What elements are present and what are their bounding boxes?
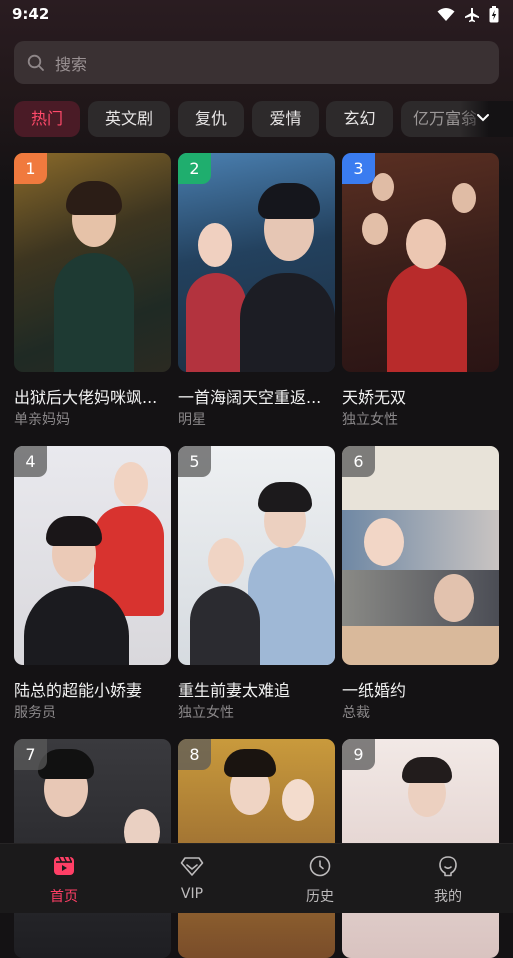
drama-poster[interactable]: 4 bbox=[14, 446, 171, 665]
drama-title: 一首海阔天空重返... bbox=[178, 388, 322, 407]
rank-badge: 5 bbox=[178, 446, 211, 477]
rank-badge: 8 bbox=[178, 739, 211, 770]
tab-home[interactable]: 首页 bbox=[0, 844, 128, 913]
tab-profile[interactable]: 我的 bbox=[384, 844, 512, 913]
category-fantasy[interactable]: 玄幻 bbox=[326, 101, 393, 137]
status-time: 9:42 bbox=[12, 5, 50, 23]
rank-badge: 9 bbox=[342, 739, 375, 770]
status-bar: 9:42 bbox=[0, 0, 513, 30]
battery-icon bbox=[489, 6, 499, 23]
rank-badge: 1 bbox=[14, 153, 47, 184]
poster-hair bbox=[224, 749, 276, 777]
drama-title: 陆总的超能小娇妻 bbox=[14, 681, 143, 700]
poster-face bbox=[434, 574, 474, 622]
poster-face bbox=[372, 173, 394, 201]
drama-card[interactable]: 2 一首海阔天空重返... 明星 bbox=[178, 153, 335, 428]
search-input[interactable]: 搜索 bbox=[14, 41, 499, 84]
drama-tag: 明星 bbox=[178, 412, 206, 428]
tab-label: 历史 bbox=[306, 889, 334, 905]
poster-face bbox=[452, 183, 476, 213]
drama-tag: 总裁 bbox=[342, 705, 370, 721]
drama-tag: 独立女性 bbox=[342, 412, 398, 428]
drama-card[interactable]: 1 出狱后大佬妈咪飒... 单亲妈妈 bbox=[14, 153, 171, 428]
tab-label: VIP bbox=[180, 886, 204, 902]
tab-label: 我的 bbox=[434, 889, 462, 905]
poster-face bbox=[282, 779, 314, 821]
category-revenge[interactable]: 复仇 bbox=[178, 101, 244, 137]
poster-figure bbox=[240, 273, 335, 372]
poster-hair bbox=[402, 757, 452, 783]
bottom-tab-bar: 首页 VIP 历史 我的 bbox=[0, 843, 513, 913]
poster-face bbox=[208, 538, 244, 584]
chevron-down-icon bbox=[477, 114, 489, 122]
poster-hair bbox=[46, 516, 102, 546]
wifi-icon bbox=[437, 8, 455, 21]
poster-face bbox=[114, 462, 148, 506]
poster-figure bbox=[186, 273, 246, 372]
drama-tag: 独立女性 bbox=[178, 705, 234, 721]
drama-poster[interactable]: 5 bbox=[178, 446, 335, 665]
poster-hair bbox=[258, 482, 312, 512]
rank-badge: 4 bbox=[14, 446, 47, 477]
status-icons bbox=[437, 6, 499, 23]
drama-poster[interactable]: 3 bbox=[342, 153, 499, 372]
category-hot[interactable]: 热门 bbox=[14, 101, 80, 137]
category-romance[interactable]: 爱情 bbox=[252, 101, 319, 137]
poster-face bbox=[406, 219, 446, 269]
poster-figure bbox=[54, 253, 134, 372]
poster-face bbox=[198, 223, 232, 267]
drama-title: 天娇无双 bbox=[342, 388, 407, 407]
drama-poster[interactable]: 2 bbox=[178, 153, 335, 372]
tab-vip[interactable]: VIP bbox=[128, 844, 256, 913]
more-categories-button[interactable] bbox=[460, 101, 513, 137]
category-english-drama[interactable]: 英文剧 bbox=[88, 101, 170, 137]
drama-poster[interactable]: 1 bbox=[14, 153, 171, 372]
profile-icon bbox=[439, 856, 457, 877]
poster-photo bbox=[342, 570, 499, 626]
drama-title: 重生前妻太难追 bbox=[178, 681, 291, 700]
category-tabs: 热门 英文剧 复仇 爱情 玄幻 亿万富翁 bbox=[14, 101, 513, 137]
tab-history[interactable]: 历史 bbox=[256, 844, 384, 913]
drama-card[interactable]: 3 天娇无双 独立女性 bbox=[342, 153, 499, 428]
diamond-icon bbox=[180, 857, 204, 876]
search-placeholder: 搜索 bbox=[55, 54, 88, 74]
poster-figure bbox=[387, 263, 467, 372]
rank-badge: 2 bbox=[178, 153, 211, 184]
drama-poster[interactable]: 6 bbox=[342, 446, 499, 665]
poster-hair bbox=[66, 181, 122, 215]
clapperboard-icon bbox=[54, 856, 74, 875]
tab-label: 首页 bbox=[50, 889, 78, 905]
rank-badge: 6 bbox=[342, 446, 375, 477]
poster-figure bbox=[190, 586, 260, 665]
airplane-icon bbox=[465, 7, 479, 22]
drama-tag: 服务员 bbox=[14, 705, 56, 721]
poster-paper bbox=[342, 624, 499, 665]
poster-hair bbox=[258, 183, 320, 219]
drama-card[interactable]: 4 陆总的超能小娇妻 服务员 bbox=[14, 446, 171, 721]
drama-card[interactable]: 6 一纸婚约 总裁 bbox=[342, 446, 499, 721]
clock-icon bbox=[309, 855, 331, 877]
drama-title: 一纸婚约 bbox=[342, 681, 407, 700]
poster-face bbox=[364, 518, 404, 566]
drama-card[interactable]: 5 重生前妻太难追 独立女性 bbox=[178, 446, 335, 721]
rank-badge: 3 bbox=[342, 153, 375, 184]
rank-badge: 7 bbox=[14, 739, 47, 770]
search-icon bbox=[27, 54, 44, 71]
poster-figure bbox=[248, 546, 335, 665]
drama-tag: 单亲妈妈 bbox=[14, 412, 70, 428]
drama-title: 出狱后大佬妈咪飒... bbox=[14, 388, 158, 407]
poster-face bbox=[362, 213, 388, 245]
